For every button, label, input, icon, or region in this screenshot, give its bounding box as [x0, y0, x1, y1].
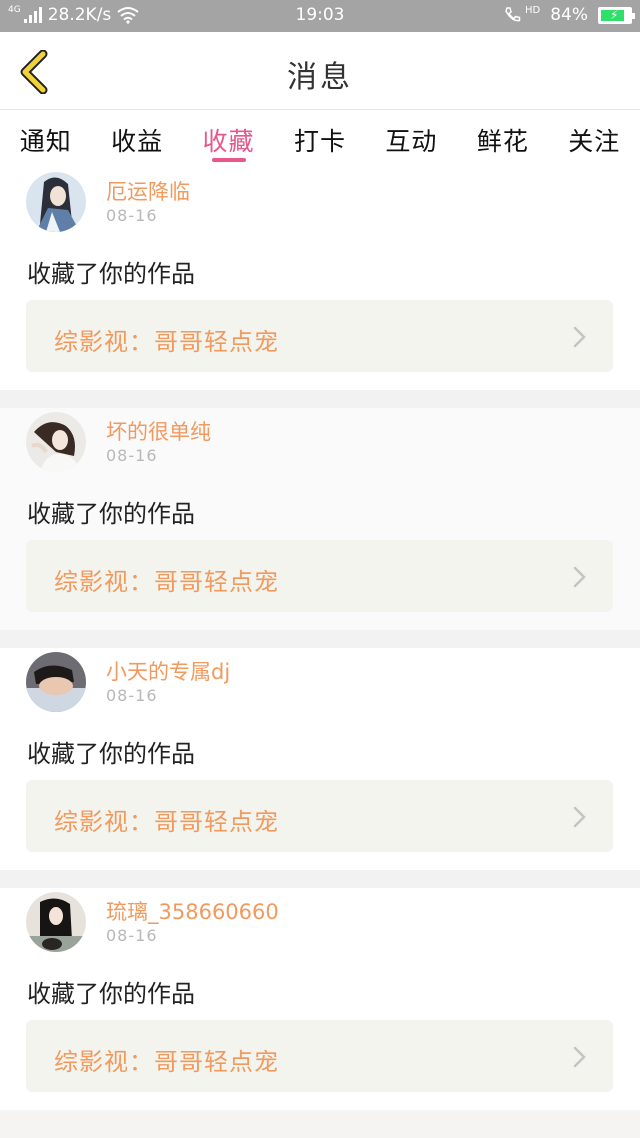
wifi-icon [117, 6, 139, 24]
tab-favorites[interactable]: 收藏 [183, 110, 274, 168]
tab-interactions[interactable]: 互动 [366, 110, 457, 168]
tab-bar: 通知 收益 收藏 打卡 互动 鲜花 关注 [0, 110, 640, 168]
battery-percent: 84% [550, 5, 588, 25]
battery-icon: ⚡ [598, 6, 635, 24]
divider [0, 630, 640, 648]
work-link[interactable]: 综影视：哥哥轻点宠 [26, 300, 613, 372]
divider [0, 390, 640, 408]
hd-call-icon: HD [503, 4, 541, 24]
message-card: 琉璃_358660660 08-16 收藏了你的作品 综影视：哥哥轻点宠 [0, 888, 640, 1110]
username[interactable]: 琉璃_358660660 [106, 896, 279, 926]
message-list: 厄运降临 08-16 收藏了你的作品 综影视：哥哥轻点宠 坏的很单纯 08-16… [0, 168, 640, 1110]
tab-earnings[interactable]: 收益 [91, 110, 182, 168]
username[interactable]: 坏的很单纯 [106, 416, 211, 446]
signal-icon [23, 7, 42, 23]
network-speed: 28.2K/s [47, 5, 112, 25]
work-title: 综影视：哥哥轻点宠 [54, 568, 279, 596]
work-title: 综影视：哥哥轻点宠 [54, 1048, 279, 1076]
message-date: 08-16 [106, 926, 158, 945]
work-link[interactable]: 综影视：哥哥轻点宠 [26, 780, 613, 852]
hd-label: HD [524, 4, 541, 16]
tab-following[interactable]: 关注 [549, 110, 640, 168]
divider [0, 870, 640, 888]
avatar[interactable] [26, 652, 86, 712]
message-text: 收藏了你的作品 [27, 740, 195, 768]
status-right: HD 84% ⚡ [503, 4, 635, 25]
network-type: 4G [8, 5, 21, 15]
username[interactable]: 厄运降临 [106, 176, 190, 206]
chevron-right-icon [573, 1046, 586, 1068]
status-left: 4G 28.2K/s [8, 5, 139, 25]
tab-notifications[interactable]: 通知 [0, 110, 91, 168]
work-link[interactable]: 综影视：哥哥轻点宠 [26, 540, 613, 612]
status-bar: 4G 28.2K/s 19:03 HD 84% ⚡ [0, 0, 640, 32]
work-title: 综影视：哥哥轻点宠 [54, 328, 279, 356]
message-date: 08-16 [106, 206, 158, 225]
message-date: 08-16 [106, 446, 158, 465]
work-link[interactable]: 综影视：哥哥轻点宠 [26, 1020, 613, 1092]
message-card: 坏的很单纯 08-16 收藏了你的作品 综影视：哥哥轻点宠 [0, 408, 640, 630]
message-text: 收藏了你的作品 [27, 980, 195, 1008]
message-text: 收藏了你的作品 [27, 260, 195, 288]
work-title: 综影视：哥哥轻点宠 [54, 808, 279, 836]
avatar[interactable] [26, 892, 86, 952]
message-text: 收藏了你的作品 [27, 500, 195, 528]
page-title: 消息 [287, 60, 353, 95]
tab-checkin[interactable]: 打卡 [274, 110, 365, 168]
chevron-right-icon [573, 566, 586, 588]
avatar[interactable] [26, 412, 86, 472]
message-date: 08-16 [106, 686, 158, 705]
chevron-right-icon [573, 326, 586, 348]
header: 消息 [0, 32, 640, 110]
message-card: 厄运降临 08-16 收藏了你的作品 综影视：哥哥轻点宠 [0, 168, 640, 390]
chevron-right-icon [573, 806, 586, 828]
username[interactable]: 小天的专属dj [106, 656, 230, 686]
avatar[interactable] [26, 172, 86, 232]
message-card: 小天的专属dj 08-16 收藏了你的作品 综影视：哥哥轻点宠 [0, 648, 640, 870]
tab-flowers[interactable]: 鲜花 [457, 110, 548, 168]
app-root: 4G 28.2K/s 19:03 HD 84% ⚡ 消息 通知 收益 收藏 打卡… [0, 0, 640, 1138]
